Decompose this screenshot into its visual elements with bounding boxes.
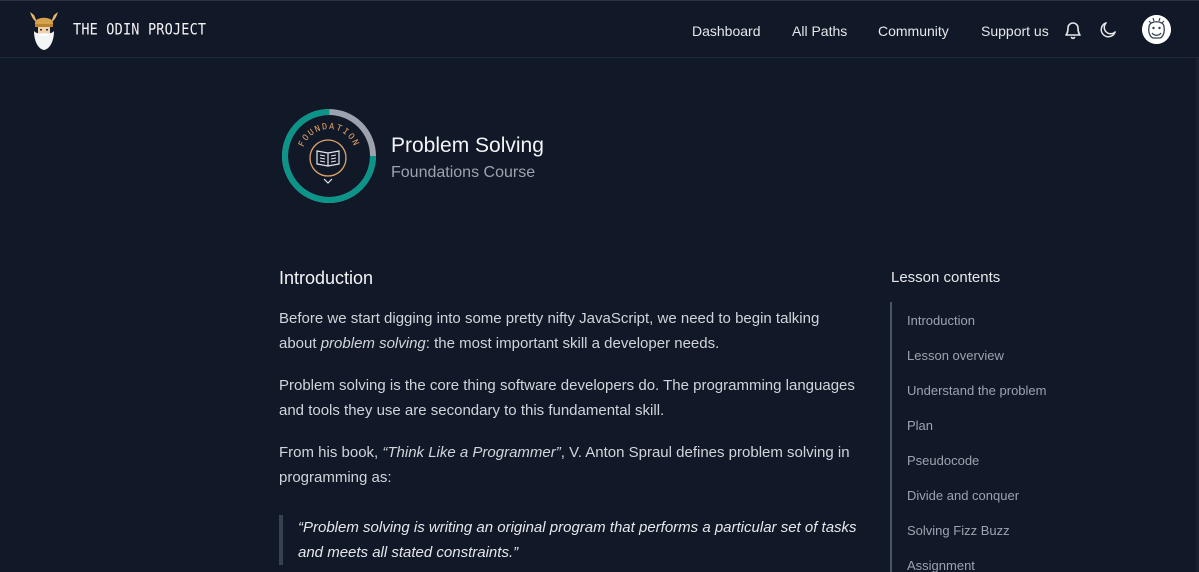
toc-title: Lesson contents (891, 269, 1001, 286)
course-title: Problem Solving (391, 134, 544, 157)
odin-viking-logo-icon (26, 9, 62, 51)
lesson-blockquote: “Problem solving is writing an original … (279, 515, 859, 565)
course-progress-badge: FOUNDATION (280, 107, 378, 205)
nav-link-community[interactable]: Community (878, 23, 949, 39)
toc-item-divide-and-conquer[interactable]: Divide and conquer (907, 488, 1019, 503)
lesson-heading: Introduction (279, 268, 374, 288)
nav-link-dashboard[interactable]: Dashboard (692, 23, 761, 39)
toc-item-solving-fizz-buzz[interactable]: Solving Fizz Buzz (907, 523, 1010, 538)
course-subtitle: Foundations Course (391, 164, 536, 181)
nav-link-support-us[interactable]: Support us (981, 23, 1049, 39)
toc-item-pseudocode[interactable]: Pseudocode (907, 453, 979, 468)
moon-icon[interactable] (1099, 20, 1118, 44)
lesson-paragraph: From his book, “Think Like a Programmer”… (279, 444, 850, 486)
toc-item-lesson-overview[interactable]: Lesson overview (907, 348, 1004, 363)
brand-name: THE ODIN PROJECT (73, 20, 207, 40)
bell-icon[interactable] (1064, 20, 1082, 45)
user-avatar-icon[interactable] (1142, 15, 1171, 44)
top-navbar: THE ODIN PROJECT Dashboard All Paths Com… (0, 0, 1199, 58)
toc-item-introduction[interactable]: Introduction (907, 313, 975, 328)
toc-item-understand-the-problem[interactable]: Understand the problem (907, 383, 1046, 398)
toc-item-plan[interactable]: Plan (907, 418, 933, 433)
toc-list: Introduction Lesson overview Understand … (890, 302, 1090, 572)
toc-item-assignment[interactable]: Assignment (907, 558, 975, 572)
lesson-content: Introduction Before we start digging int… (279, 268, 859, 565)
lesson-paragraph: Before we start digging into some pretty… (279, 310, 820, 352)
nav-link-all-paths[interactable]: All Paths (792, 23, 847, 39)
lesson-paragraph: Problem solving is the core thing softwa… (279, 377, 855, 419)
brand-home-link[interactable]: THE ODIN PROJECT (26, 9, 206, 51)
